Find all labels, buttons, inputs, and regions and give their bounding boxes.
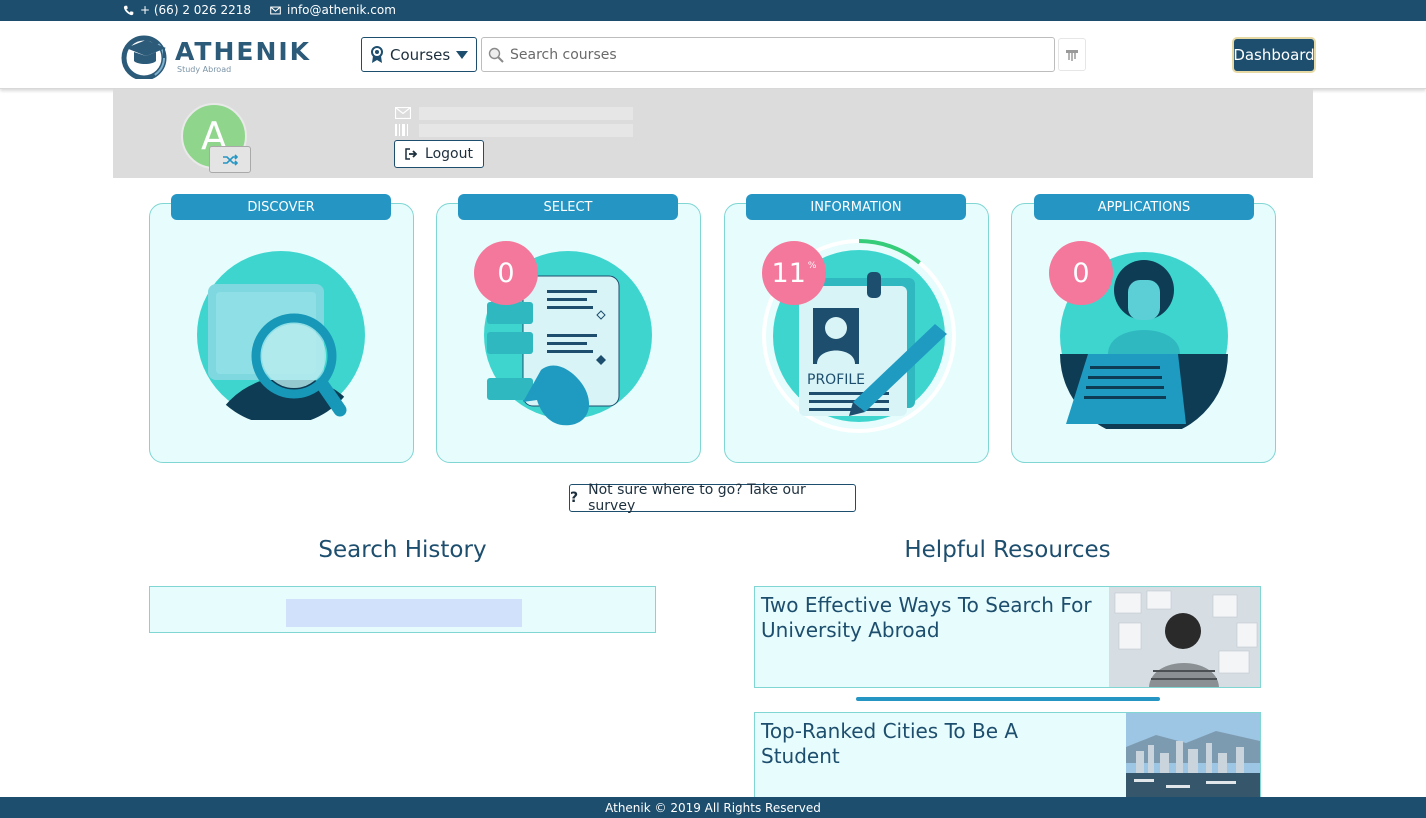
phone-icon [123, 5, 134, 15]
completion-unit: % [807, 261, 817, 271]
email-address: info@athenik.com [287, 3, 396, 17]
filter-icon [1066, 49, 1078, 61]
profile-panel: A Logout [113, 89, 1313, 178]
profile-id-row [395, 122, 633, 138]
change-avatar-button[interactable] [209, 146, 251, 173]
main-header: ATHENIK Study Abroad Courses Dashboard [0, 21, 1426, 89]
phone-contact[interactable]: + (66) 2 026 2218 [123, 3, 251, 17]
logout-button[interactable]: Logout [394, 140, 484, 168]
helpful-resources-title: Helpful Resources [904, 537, 1111, 563]
search-history-title: Search History [318, 537, 487, 563]
email-contact[interactable]: info@athenik.com [270, 3, 396, 17]
magnifier-illustration [197, 251, 365, 420]
top-contact-bar: + (66) 2 026 2218 info@athenik.com [0, 0, 1426, 21]
survey-label: Not sure where to go? Take our survey [588, 482, 806, 514]
barcode-icon [395, 124, 408, 136]
question-icon: ? [570, 490, 579, 506]
svg-text:PROFILE: PROFILE [807, 372, 865, 388]
sign-out-icon [405, 148, 418, 160]
resource-thumbnail [1126, 713, 1260, 797]
profile-email-row [395, 105, 633, 121]
logo-tagline: Study Abroad [177, 65, 232, 74]
shortlist-count-badge: 0 [474, 241, 538, 305]
select-tab[interactable]: SELECT [458, 194, 678, 220]
search-input[interactable] [510, 46, 1030, 63]
graduation-cap-icon [121, 35, 167, 79]
search-history-list [149, 586, 656, 633]
dashboard-button[interactable]: Dashboard [1232, 37, 1316, 73]
footer: Athenik © 2019 All Rights Reserved [0, 797, 1426, 818]
courses-label: Courses [390, 45, 451, 64]
profile-completion-badge: 11% [762, 241, 826, 305]
logout-label: Logout [425, 146, 473, 162]
chevron-down-icon [456, 51, 468, 59]
search-history-item[interactable] [286, 599, 522, 627]
phone-number: + (66) 2 026 2218 [140, 3, 252, 17]
resource-thumbnail [1109, 587, 1260, 687]
resource-title: Top-Ranked Cities To Be A Student [761, 719, 1019, 768]
discover-card[interactable] [149, 203, 414, 463]
search-icon[interactable] [488, 47, 504, 63]
resource-card[interactable]: Top-Ranked Cities To Be A Student [754, 712, 1261, 798]
award-icon [371, 45, 383, 63]
athenik-logo[interactable]: ATHENIK Study Abroad [120, 31, 309, 79]
discover-tab[interactable]: DISCOVER [171, 194, 391, 220]
courses-dropdown[interactable]: Courses [361, 37, 477, 72]
completion-value: 11 [771, 257, 806, 289]
applications-count-badge: 0 [1049, 241, 1113, 305]
shuffle-icon [223, 153, 238, 166]
profile-info [395, 105, 633, 139]
information-tab[interactable]: INFORMATION [746, 194, 966, 220]
filter-button[interactable] [1058, 38, 1086, 71]
redacted-id [419, 123, 633, 137]
information-card[interactable]: PROFILE 11% [724, 203, 989, 463]
envelope-icon [270, 6, 281, 14]
search-bar [481, 37, 1055, 72]
resource-divider [856, 697, 1160, 701]
select-card[interactable]: 0 [436, 203, 701, 463]
copyright-text: Athenik © 2019 All Rights Reserved [605, 800, 821, 815]
logo-wordmark: ATHENIK [175, 37, 312, 66]
envelope-icon [395, 107, 411, 119]
applications-card[interactable]: 0 [1011, 203, 1276, 463]
survey-button[interactable]: ? Not sure where to go? Take our survey [569, 482, 856, 514]
redacted-email [419, 106, 633, 120]
resource-card[interactable]: Two Effective Ways To Search For Univers… [754, 586, 1261, 688]
resource-title: Two Effective Ways To Search For Univers… [761, 593, 1092, 642]
applications-tab[interactable]: APPLICATIONS [1034, 194, 1254, 220]
